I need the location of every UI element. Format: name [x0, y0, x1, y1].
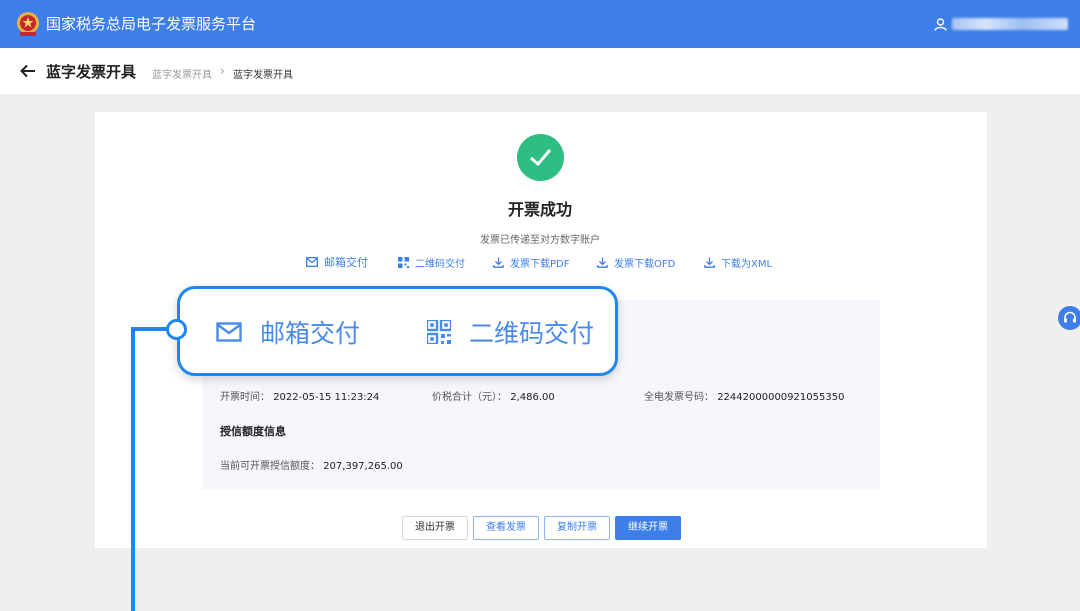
- qrcode-icon: [398, 256, 409, 268]
- download-xml-label: 下载为XML: [721, 258, 773, 270]
- mail-icon: [306, 257, 318, 267]
- download-xml-link[interactable]: 下载为XML: [704, 254, 772, 270]
- platform-title: 国家税务总局电子发票服务平台: [46, 15, 257, 33]
- issue-time-value: 2022-05-15 11:23:24: [273, 392, 380, 403]
- callout-anchor-dot: [166, 319, 187, 340]
- result-description: 发票已传递至对方数字账户: [480, 235, 600, 246]
- available-credit-label: 当前可开票授信额度：: [220, 461, 320, 472]
- mail-icon: [216, 322, 242, 342]
- qrcode-delivery-label: 二维码交付: [415, 258, 465, 270]
- user-name-blurred[interactable]: [952, 18, 1068, 30]
- download-pdf-label: 发票下载PDF: [510, 258, 570, 270]
- available-credit-field: 当前可开票授信额度： 207,397,265.00: [220, 457, 403, 472]
- email-delivery-link[interactable]: 邮箱交付: [306, 254, 368, 270]
- tax-emblem-icon: [17, 12, 39, 36]
- breadcrumb-item[interactable]: 蓝字发票开具: [152, 66, 212, 81]
- total-amount-value: 2,486.00: [510, 392, 555, 403]
- callout-email-delivery: 邮箱交付: [216, 314, 360, 350]
- total-amount-field: 价税合计（元）： 2,486.00: [432, 388, 555, 403]
- available-credit-value: 207,397,265.00: [323, 461, 403, 472]
- callout-connector-line: [131, 327, 169, 331]
- callout-qrcode-delivery: 二维码交付: [427, 314, 594, 350]
- credit-info-title: 授信额度信息: [220, 425, 286, 438]
- callout-connector-line: [131, 327, 135, 611]
- support-float-button[interactable]: [1058, 306, 1080, 330]
- view-invoice-button[interactable]: 查看发票: [473, 516, 539, 540]
- invoice-number-label: 全电发票号码：: [644, 392, 714, 403]
- email-delivery-label: 邮箱交付: [324, 256, 368, 269]
- headset-icon: [1064, 311, 1076, 323]
- copy-invoice-button[interactable]: 复制开票: [544, 516, 610, 540]
- page-title: 蓝字发票开具: [46, 63, 137, 81]
- invoice-number-field: 全电发票号码： 22442000000921055350: [644, 388, 844, 403]
- callout-email-label: 邮箱交付: [260, 319, 361, 348]
- issue-time-field: 开票时间： 2022-05-15 11:23:24: [220, 388, 379, 403]
- user-icon[interactable]: [934, 18, 947, 31]
- check-circle-icon: [517, 134, 564, 181]
- invoice-number-value: 22442000000921055350: [717, 392, 845, 403]
- download-pdf-link[interactable]: 发票下载PDF: [493, 254, 569, 270]
- back-arrow-icon[interactable]: [20, 64, 36, 78]
- download-ofd-link[interactable]: 发票下载OFD: [597, 254, 675, 270]
- download-icon: [704, 257, 715, 268]
- qrcode-delivery-link[interactable]: 二维码交付: [398, 254, 465, 270]
- qrcode-icon: [427, 320, 451, 344]
- total-amount-label: 价税合计（元）：: [432, 392, 507, 403]
- continue-invoicing-button[interactable]: 继续开票: [615, 516, 681, 540]
- download-icon: [493, 257, 504, 268]
- callout-qrcode-label: 二维码交付: [469, 319, 595, 348]
- breadcrumb-item-current: 蓝字发票开具: [233, 70, 293, 81]
- download-icon: [597, 257, 608, 268]
- result-title: 开票成功: [507, 200, 572, 219]
- breadcrumb-separator: ›: [220, 64, 225, 78]
- issue-time-label: 开票时间：: [220, 392, 270, 403]
- top-header: 国家税务总局电子发票服务平台: [0, 0, 1080, 48]
- download-ofd-label: 发票下载OFD: [614, 258, 676, 270]
- exit-invoicing-button[interactable]: 退出开票: [402, 516, 468, 540]
